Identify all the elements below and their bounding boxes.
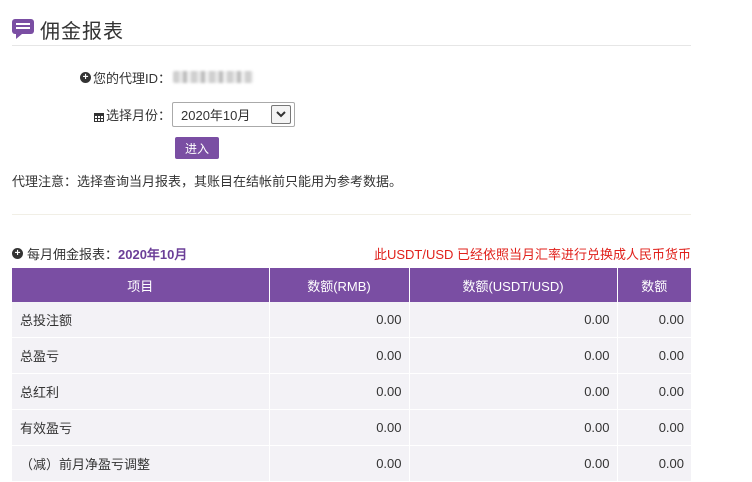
plus-circle-icon: +: [12, 247, 23, 259]
row-rmb: 0.00: [269, 373, 410, 410]
table-row: （减）前月净盈亏调整 0.00 0.00 0.00: [12, 445, 691, 482]
page-header: 佣金报表: [12, 14, 124, 44]
month-select[interactable]: 2020年10月: [172, 101, 296, 127]
row-usdt: 0.00: [409, 373, 618, 410]
report-label: 每月佣金报表：: [27, 246, 119, 262]
report-header-row: + 每月佣金报表： 2020年10月 此USDT/USD 已经依照当月汇率进行兑…: [12, 244, 691, 262]
month-select-label: 选择月份：: [106, 107, 172, 123]
agent-id-row: + 您的代理ID：: [80, 68, 254, 86]
column-header-item: 项目: [12, 268, 270, 302]
row-usdt: 0.00: [409, 445, 618, 482]
report-month: 2020年10月: [118, 246, 188, 262]
table-row: 总红利 0.00 0.00 0.00: [12, 373, 691, 410]
title-divider: [12, 45, 691, 46]
month-select-value: 2020年10月: [181, 107, 251, 123]
table-row: 有效盈亏 0.00 0.00 0.00: [12, 409, 691, 446]
chat-bubble-icon: [12, 19, 34, 39]
row-rmb: 0.00: [269, 337, 410, 374]
agent-id-value-masked: [173, 71, 254, 83]
table-header-row: 项目 数额(RMB) 数额(USDT/USD) 数额: [12, 268, 691, 302]
table-row: 总盈亏 0.00 0.00 0.00: [12, 337, 691, 374]
plus-circle-icon: +: [80, 71, 91, 83]
row-amount: 0.00: [617, 409, 691, 446]
row-item: 总盈亏: [12, 337, 270, 374]
section-divider: [12, 214, 691, 215]
column-header-rmb: 数额(RMB): [269, 268, 410, 302]
table-row: 总投注额 0.00 0.00 0.00: [12, 302, 691, 338]
row-usdt: 0.00: [409, 302, 618, 338]
commission-report-table: 项目 数额(RMB) 数额(USDT/USD) 数额 总投注额 0.00 0.0…: [12, 268, 691, 482]
row-amount: 0.00: [617, 445, 691, 482]
row-amount: 0.00: [617, 337, 691, 374]
chevron-down-icon[interactable]: [271, 104, 292, 124]
row-usdt: 0.00: [409, 409, 618, 446]
row-amount: 0.00: [617, 302, 691, 338]
row-rmb: 0.00: [269, 409, 410, 446]
month-select-row: 选择月份： 2020年10月: [94, 101, 296, 127]
row-item: 有效盈亏: [12, 409, 270, 446]
row-rmb: 0.00: [269, 302, 410, 338]
exchange-rate-note: 此USDT/USD 已经依照当月汇率进行兑换成人民币货币: [373, 246, 691, 262]
row-item: （减）前月净盈亏调整: [12, 445, 270, 482]
page-title: 佣金报表: [40, 20, 124, 43]
column-header-amount: 数额: [617, 268, 691, 302]
row-item: 总红利: [12, 373, 270, 410]
row-item: 总投注额: [12, 302, 270, 338]
calendar-icon: [94, 110, 104, 122]
agent-id-label: 您的代理ID：: [93, 70, 172, 86]
row-rmb: 0.00: [269, 445, 410, 482]
agent-notice: 代理注意：选择查询当月报表，其账目在结帐前只能用为参考数据。: [12, 174, 403, 189]
enter-button[interactable]: 进入: [175, 137, 219, 159]
row-usdt: 0.00: [409, 337, 618, 374]
row-amount: 0.00: [617, 373, 691, 410]
column-header-usdt: 数额(USDT/USD): [409, 268, 618, 302]
